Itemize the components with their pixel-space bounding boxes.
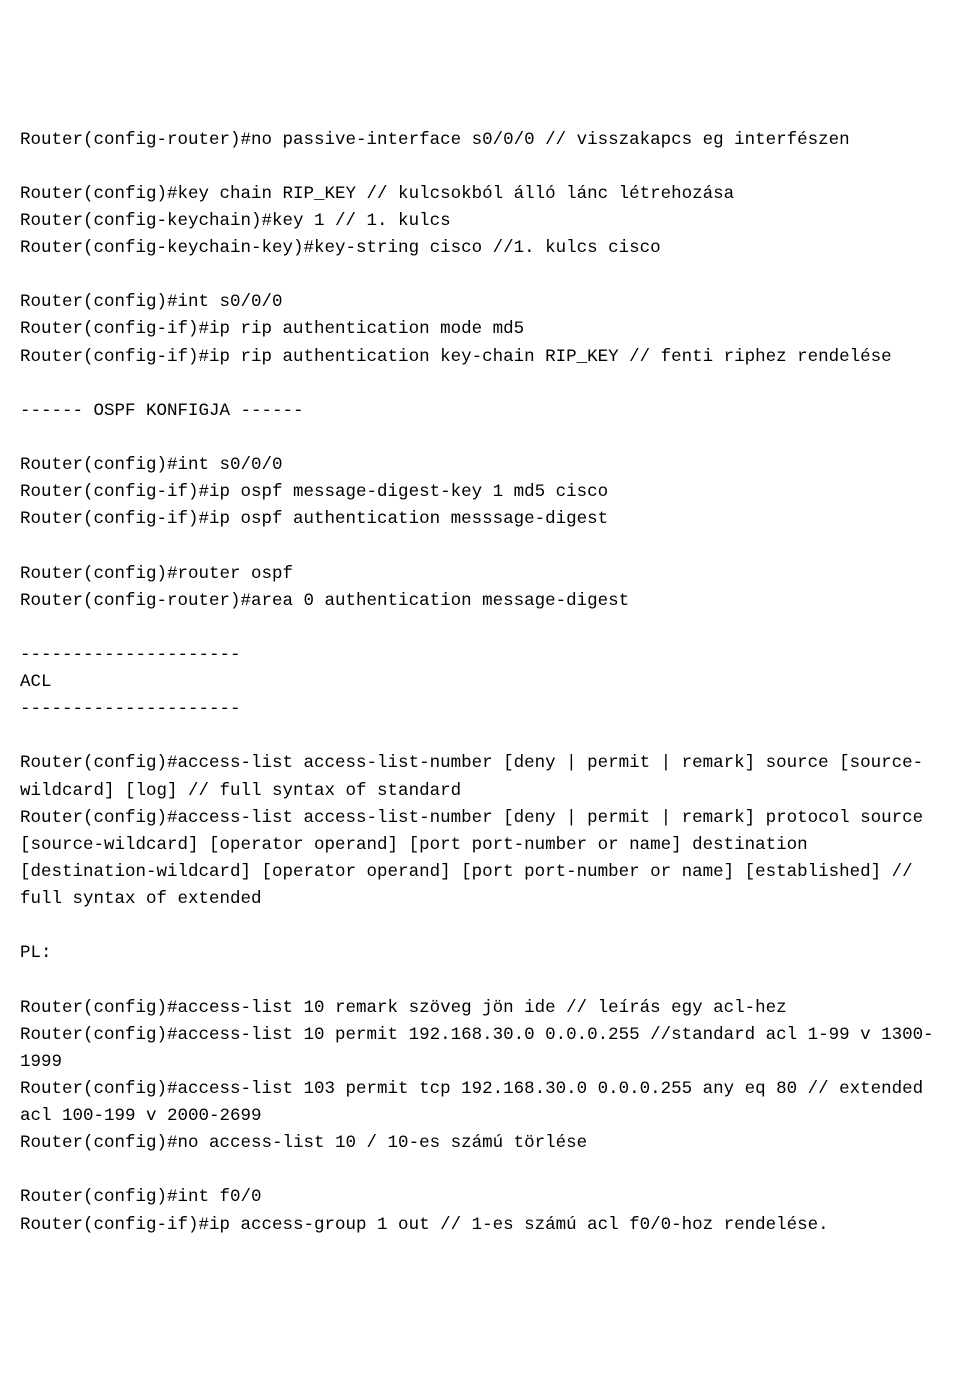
document-body: Router(config-router)#no passive-interfa…: [20, 127, 940, 1239]
